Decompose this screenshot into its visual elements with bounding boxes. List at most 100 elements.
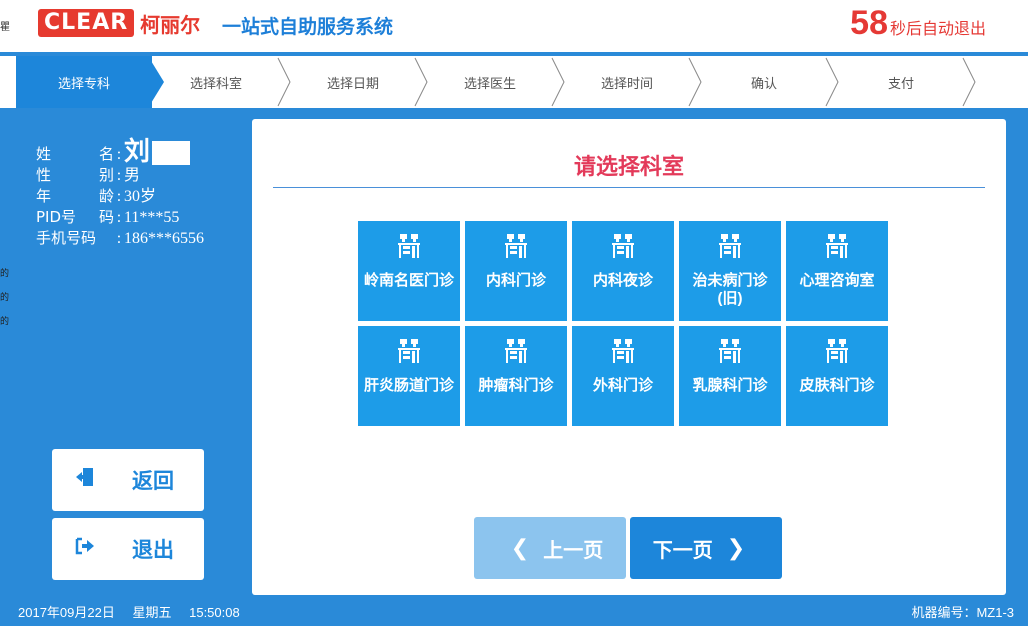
doctor-desk-icon	[611, 338, 635, 369]
edge-char: 的	[0, 292, 10, 302]
footer-datetime: 2017年09月22日 星期五 15:50:08	[18, 602, 254, 621]
patient-pid-row: PID号 码 : 11***55	[36, 207, 204, 228]
step-select-specialty: 选择专科	[16, 56, 164, 108]
step-select-time: 选择时间	[559, 56, 702, 108]
chevron-right-icon: ❯	[726, 535, 746, 560]
colon: :	[116, 146, 122, 163]
step-pay: 支付	[833, 56, 976, 108]
step-label: 选择科室	[189, 75, 242, 91]
app-header: 瞿 CLEAR 柯丽尔 一站式自助服务系统 58 秒后自动退出	[0, 0, 1028, 52]
doctor-desk-icon	[718, 338, 742, 369]
department-tile[interactable]: 肝炎肠道门诊	[358, 326, 460, 426]
label-char: 别	[98, 166, 114, 184]
logo-name: 柯丽尔	[140, 14, 201, 37]
label-char: 码	[98, 208, 114, 226]
department-label: 心理咨询室	[799, 272, 875, 289]
colon: :	[116, 188, 122, 205]
department-tile[interactable]: 治未病门诊(旧)	[679, 221, 781, 321]
step-label: 支付	[887, 75, 914, 91]
countdown-value: 58	[850, 4, 888, 42]
step-select-date: 选择日期	[285, 56, 428, 108]
patient-name: 刘	[124, 137, 151, 167]
doctor-desk-icon	[397, 233, 421, 264]
patient-age: 30岁	[124, 188, 157, 205]
brand-logo: CLEAR 柯丽尔	[38, 8, 200, 38]
step-progress-bar: 选择专科 选择科室 选择日期 选择医生 选择时间 确认 支付	[0, 56, 1028, 108]
edge-char: 的	[0, 268, 10, 278]
step-label: 选择医生	[463, 75, 516, 91]
machine-id: 机器编号：MZ1-3	[911, 605, 1014, 620]
step-confirm: 确认	[696, 56, 839, 108]
step-select-doctor: 选择医生	[422, 56, 565, 108]
colon: :	[116, 209, 122, 226]
patient-info: 姓 名 : 刘 性 别 : 男 年 龄 : 30岁 PID号 码 : 11***…	[36, 135, 204, 249]
gender-label: 性 别	[36, 165, 114, 186]
label-char: 姓	[36, 145, 52, 163]
doctor-desk-icon	[397, 338, 421, 369]
chevron-left-icon: ❮	[510, 535, 530, 560]
label-char: 龄	[98, 187, 114, 205]
prev-page-button[interactable]: ❮ 上一页	[474, 517, 626, 579]
department-tile[interactable]: 外科门诊	[572, 326, 674, 426]
patient-gender-row: 性 别 : 男	[36, 165, 204, 186]
step-arrow-icon	[962, 57, 976, 107]
department-tile[interactable]: 皮肤科门诊	[786, 326, 888, 426]
doctor-desk-icon	[504, 338, 528, 369]
department-tile[interactable]: 肿瘤科门诊	[465, 326, 567, 426]
patient-age-row: 年 龄 : 30岁	[36, 186, 204, 207]
footer-date: 2017年09月22日	[18, 605, 115, 620]
patient-gender: 男	[124, 167, 141, 184]
doctor-desk-icon	[504, 233, 528, 264]
department-tile[interactable]: 内科夜诊	[572, 221, 674, 321]
back-label: 返回	[132, 470, 174, 493]
page-title: 请选择科室	[573, 154, 684, 179]
age-label: 年 龄	[36, 186, 114, 207]
department-label: 外科门诊	[592, 377, 653, 394]
department-tile[interactable]: 心理咨询室	[786, 221, 888, 321]
edge-mark: 瞿	[0, 22, 10, 33]
department-label: 肿瘤科门诊	[478, 377, 554, 394]
exit-button[interactable]: 退出	[52, 518, 204, 580]
label-char: 名	[98, 145, 114, 163]
name-label: 姓 名	[36, 144, 114, 165]
doctor-desk-icon	[718, 233, 742, 264]
department-label: 肝炎肠道门诊	[363, 377, 454, 394]
back-button[interactable]: 返回	[52, 449, 204, 511]
footer-time: 15:50:08	[189, 605, 240, 620]
step-label: 选择专科	[57, 75, 110, 91]
phone-label: 手机号码	[36, 229, 97, 247]
exit-label: 退出	[132, 539, 174, 562]
next-page-label: 下一页	[652, 539, 713, 562]
department-label: 皮肤科门诊	[799, 377, 875, 394]
patient-phone: 186***6556	[124, 230, 204, 247]
patient-phone-row: 手机号码 : 186***6556	[36, 228, 204, 249]
department-label: 治未病门诊(旧)	[692, 272, 768, 307]
doctor-desk-icon	[611, 233, 635, 264]
label-char: PID号	[36, 208, 77, 226]
step-select-department: 选择科室	[148, 56, 291, 108]
department-label: 乳腺科门诊	[692, 377, 768, 394]
countdown-text: 秒后自动退出	[889, 21, 986, 38]
doctor-desk-icon	[825, 338, 849, 369]
patient-name-row: 姓 名 : 刘	[36, 135, 204, 165]
colon: :	[116, 167, 122, 184]
department-label: 岭南名医门诊	[363, 272, 454, 289]
pid-label: PID号 码	[36, 207, 114, 228]
next-page-button[interactable]: 下一页 ❯	[630, 517, 782, 579]
patient-pid: 11***55	[124, 209, 180, 226]
department-tile[interactable]: 乳腺科门诊	[679, 326, 781, 426]
logo-mark: CLEAR	[38, 9, 135, 37]
exit-icon	[74, 535, 114, 563]
colon: :	[116, 230, 122, 247]
auto-exit-countdown: 58 秒后自动退出	[850, 4, 986, 43]
doctor-desk-icon	[825, 233, 849, 264]
department-tile[interactable]: 岭南名医门诊	[358, 221, 460, 321]
footer-weekday: 星期五	[132, 605, 172, 620]
department-tile[interactable]: 内科门诊	[465, 221, 567, 321]
name-redaction	[152, 141, 191, 165]
department-grid: 岭南名医门诊 内科门诊 内科夜诊 治未病门诊(旧) 心理咨询室肝炎肠道门诊 肿瘤科门诊 外科…	[358, 221, 888, 426]
label-char: 年	[36, 187, 52, 205]
department-label: 内科夜诊	[592, 272, 653, 289]
edge-char: 的	[0, 316, 10, 326]
back-door-icon	[74, 466, 114, 494]
